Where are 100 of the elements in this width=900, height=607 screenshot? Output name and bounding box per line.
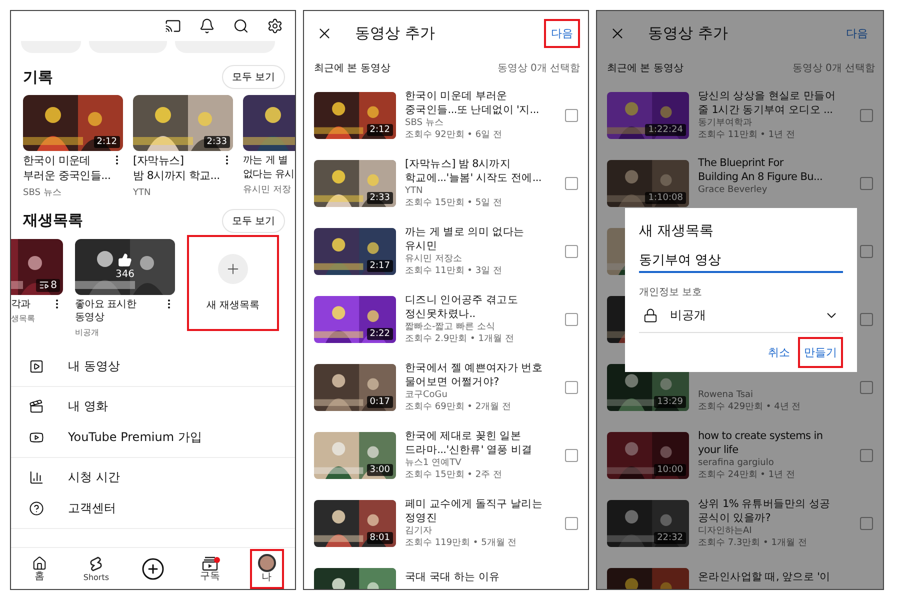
video-title[interactable]: [자막뉴스] bbox=[133, 154, 220, 169]
checkbox[interactable] bbox=[860, 108, 873, 122]
playlist-name-field[interactable]: 동기부여 영상 bbox=[639, 250, 843, 273]
channel-name: 유시민 저장 bbox=[243, 184, 292, 196]
privacy-dropdown[interactable]: 비공개 bbox=[639, 299, 843, 333]
channel-name: 동기부여학과 bbox=[698, 117, 753, 130]
checkbox[interactable] bbox=[565, 448, 578, 462]
duration-badge: 2:12 bbox=[94, 136, 120, 148]
video-title[interactable]: 부러운 중국인들... bbox=[23, 168, 111, 184]
channel-name: serafina gargiulo bbox=[698, 457, 775, 470]
clapperboard-icon bbox=[29, 398, 44, 414]
next-button[interactable]: 다음 bbox=[544, 18, 580, 48]
view-info: 조회수 429만회 • 4년 전 bbox=[698, 401, 802, 414]
shorts-icon bbox=[89, 556, 104, 572]
video-title[interactable]: 없다는 유시 bbox=[243, 168, 294, 181]
duration-badge: 13:29 bbox=[654, 396, 686, 408]
checkbox[interactable] bbox=[565, 176, 578, 190]
settings-icon[interactable] bbox=[267, 18, 283, 34]
privacy-label: 개인정보 보호 bbox=[639, 286, 704, 299]
checkbox[interactable] bbox=[860, 516, 873, 530]
playlist-title[interactable]: 좋아요 표시한 bbox=[75, 298, 136, 312]
cancel-button[interactable]: 취소 bbox=[762, 337, 796, 368]
channel-name: 김기자 bbox=[405, 525, 433, 538]
video-title: 한국에서 젤 예쁜여자가 번호 bbox=[405, 360, 544, 375]
selected-count: 동영상 0개 선택함 bbox=[497, 62, 580, 75]
section-label: 최근에 본 동영상 bbox=[314, 62, 390, 75]
video-title: 중국인들...또 난데없이 '지... bbox=[405, 102, 540, 118]
selected-count: 동영상 0개 선택함 bbox=[792, 62, 875, 75]
nav-tab[interactable]: Shorts bbox=[79, 548, 114, 588]
nav-tab[interactable]: 나 bbox=[250, 548, 284, 588]
video-icon bbox=[29, 358, 44, 374]
checkbox[interactable] bbox=[860, 244, 873, 258]
channel-name: Rowena Tsai bbox=[698, 388, 754, 401]
video-title[interactable]: 밤 8시까지 학교... bbox=[133, 168, 220, 184]
video-title[interactable]: 한국이 미운데 bbox=[23, 154, 111, 169]
checkbox[interactable] bbox=[565, 108, 578, 122]
menu-item[interactable]: YouTube Premium 가입 bbox=[68, 428, 202, 446]
video-title: The Blueprint For bbox=[698, 156, 785, 170]
checkbox[interactable] bbox=[565, 244, 578, 258]
video-count: 8 bbox=[36, 278, 60, 292]
see-all-button[interactable]: 모두 보기 bbox=[222, 65, 285, 89]
view-info: 조회수 69만회 • 2개월 전 bbox=[405, 401, 512, 414]
subscriptions-icon bbox=[202, 556, 218, 570]
playlist-title[interactable]: 각과 bbox=[11, 298, 30, 312]
channel-name: SBS 뉴스 bbox=[23, 186, 62, 199]
checkbox[interactable] bbox=[860, 312, 873, 326]
video-title: 정신못차렸나.. bbox=[405, 306, 476, 322]
home-icon bbox=[32, 556, 47, 570]
dialog-title: 새 재생목록 bbox=[639, 222, 714, 240]
channel-name: 짧빠소-짧고 빠른 소식 bbox=[405, 321, 496, 334]
cast-icon[interactable] bbox=[165, 18, 181, 34]
section-heading: 재생목록 bbox=[23, 211, 83, 230]
channel-name: YTN bbox=[405, 185, 424, 198]
playlist-title[interactable]: 동영상 bbox=[75, 311, 136, 325]
duration-badge: 10:00 bbox=[654, 464, 686, 476]
checkbox[interactable] bbox=[860, 448, 873, 462]
checkbox[interactable] bbox=[565, 312, 578, 326]
bar-chart-icon bbox=[29, 470, 44, 485]
playlist-subtitle: 생목록 bbox=[11, 314, 36, 326]
video-title: 온라인사업할 때, 앞으로 '이 bbox=[698, 570, 832, 584]
nav-tab[interactable]: 홈 bbox=[22, 548, 56, 588]
video-title: 공식이 있을까? bbox=[698, 510, 772, 526]
menu-item[interactable]: 내 동영상 bbox=[68, 358, 120, 375]
video-title: Building An 8 Figure Bu... bbox=[698, 170, 824, 184]
channel-name: 코구CoGu bbox=[405, 389, 448, 402]
view-info: 조회수 92만회 • 6일 전 bbox=[405, 129, 503, 142]
duration-badge: 1:10:08 bbox=[645, 192, 686, 204]
view-info: 조회수 24만회 • 1년 전 bbox=[698, 469, 796, 482]
search-icon[interactable] bbox=[233, 18, 249, 34]
channel-name: Grace Beverley bbox=[698, 184, 768, 196]
section-heading: 기록 bbox=[23, 68, 53, 86]
duration-badge: 2:33 bbox=[204, 136, 230, 148]
checkbox[interactable] bbox=[565, 516, 578, 530]
new-playlist-card[interactable]: 새 재생목록 bbox=[187, 234, 279, 331]
view-info: 조회수 7.3만회 • 1개월 전 bbox=[698, 537, 808, 550]
video-title: [자막뉴스] 밤 8시까지 bbox=[405, 156, 512, 171]
menu-item[interactable]: 고객센터 bbox=[68, 500, 116, 517]
channel-name: 뉴스1 연예TV bbox=[405, 457, 462, 470]
channel-name: SBS 뉴스 bbox=[405, 117, 444, 130]
see-all-button[interactable]: 모두 보기 bbox=[222, 208, 285, 233]
nav-tab[interactable]: 구독 bbox=[192, 548, 227, 588]
video-title[interactable]: 까는 게 별 bbox=[243, 154, 294, 168]
video-title: 정영진 bbox=[405, 510, 438, 526]
video-title: how to create systems in bbox=[698, 428, 824, 443]
video-title: 까는 게 별로 의미 없다는 bbox=[405, 224, 526, 239]
view-info: 조회수 11만회 • 1년 전 bbox=[698, 129, 796, 142]
view-info: 조회수 15만회 • 5일 전 bbox=[405, 197, 503, 210]
menu-item[interactable]: 시청 시간 bbox=[68, 468, 120, 486]
bell-icon[interactable] bbox=[199, 18, 215, 34]
menu-item[interactable]: 내 영화 bbox=[68, 398, 108, 415]
playlist-icon bbox=[38, 280, 49, 290]
video-title: 당신의 상상을 현실로 만들어 bbox=[698, 88, 837, 103]
checkbox[interactable] bbox=[860, 380, 873, 394]
create-button[interactable]: 만들기 bbox=[798, 337, 843, 368]
checkbox[interactable] bbox=[860, 176, 873, 190]
next-button[interactable]: 다음 bbox=[839, 18, 875, 48]
video-title: 줄 1시간 동기부여 오디오 ... bbox=[698, 102, 834, 118]
view-info: 조회수 15만회 • 2주 전 bbox=[405, 469, 503, 482]
channel-name: 디자인하는AI bbox=[698, 525, 753, 538]
checkbox[interactable] bbox=[565, 380, 578, 394]
